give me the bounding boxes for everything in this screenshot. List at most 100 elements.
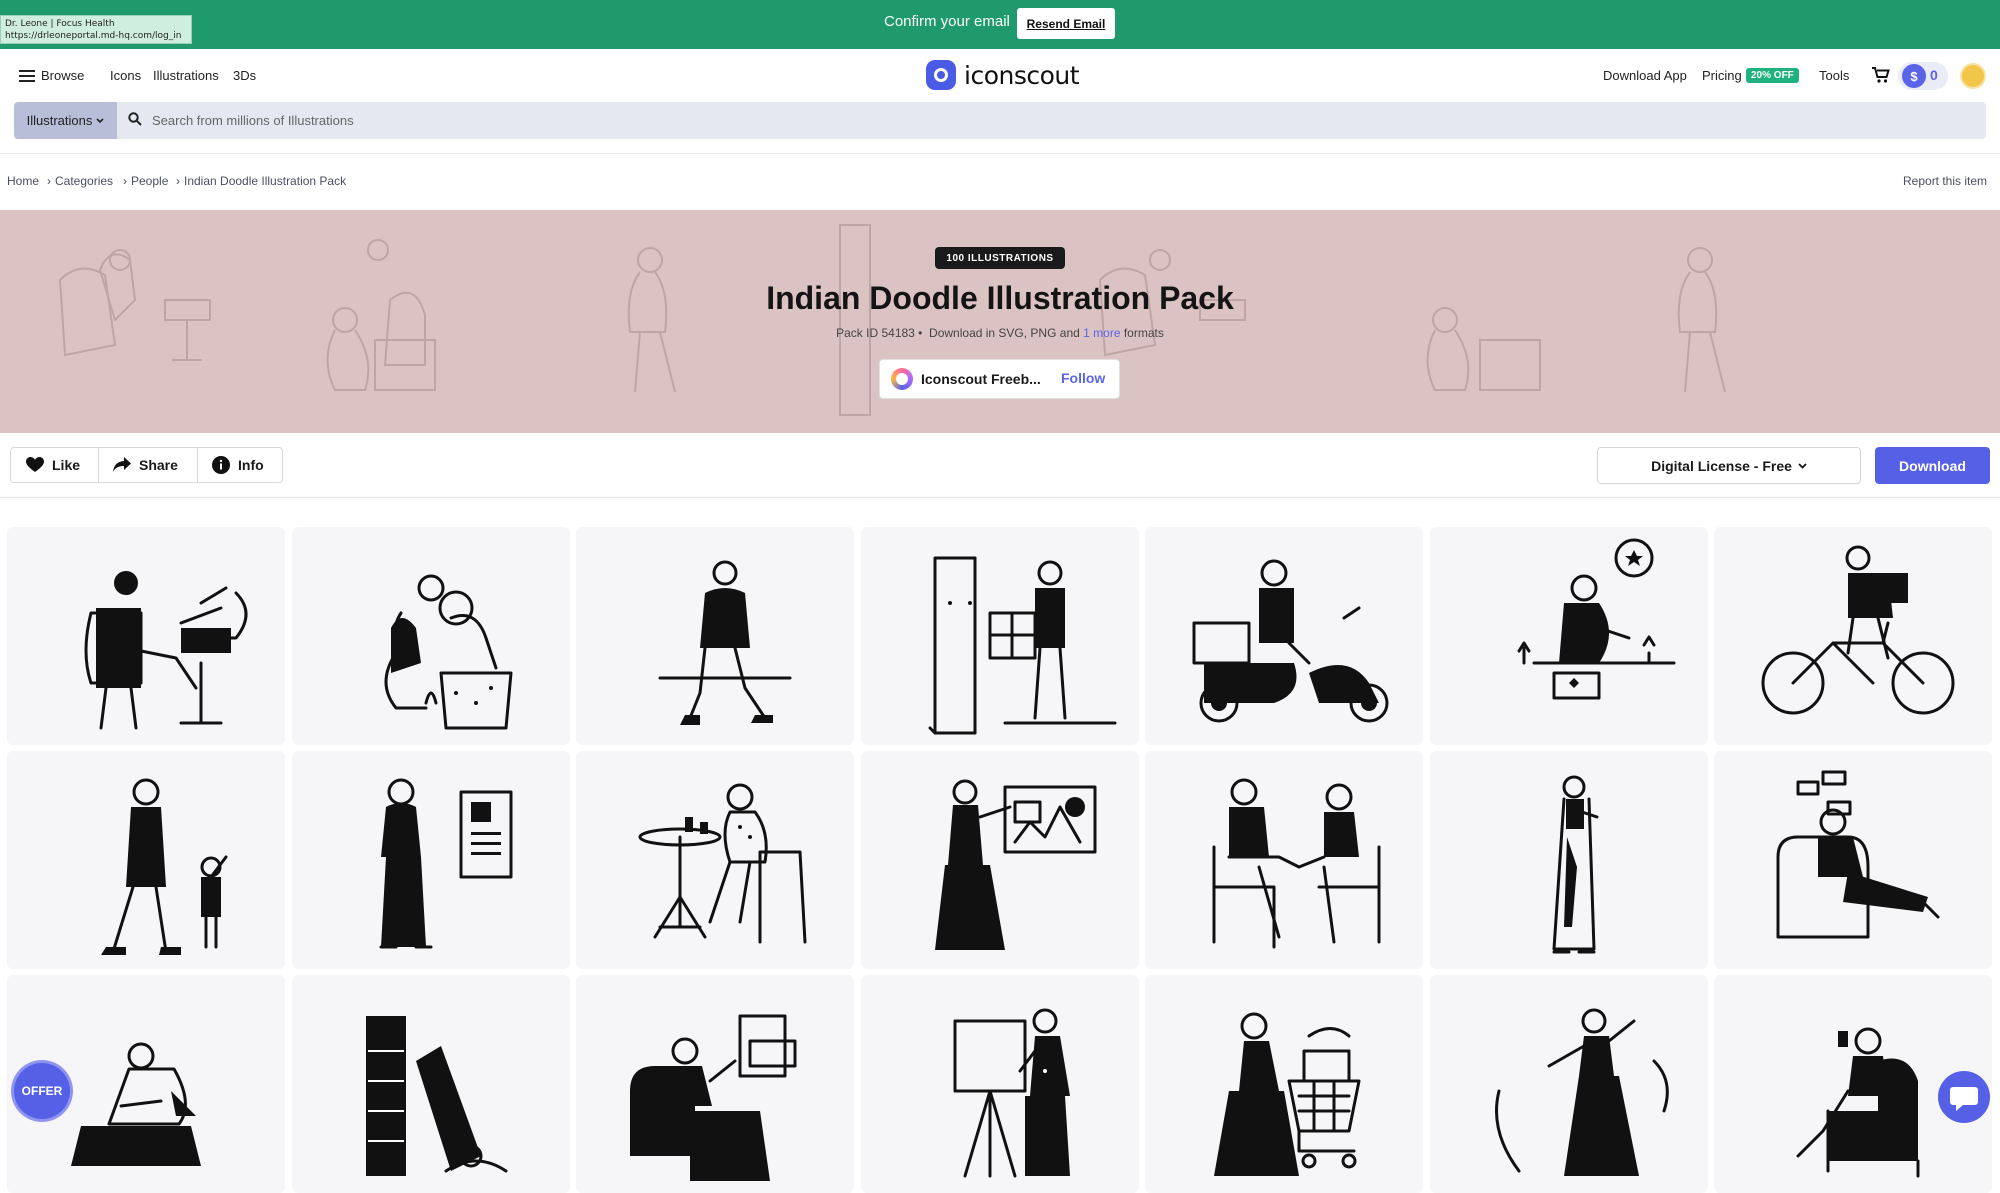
hero-background-art	[58, 224, 1726, 416]
search-category-label: Illustrations	[26, 113, 93, 128]
breadcrumb-people[interactable]: People	[131, 174, 168, 188]
illustration-card[interactable]	[1145, 751, 1423, 969]
woman-saree-phone-illustration	[1552, 775, 1598, 954]
info-label: Info	[238, 457, 264, 473]
breadcrumb-home[interactable]: Home	[7, 174, 39, 188]
woman-chair-messages-illustration	[1776, 770, 1940, 939]
report-item-link[interactable]: Report this item	[1903, 174, 1987, 188]
nav-browse[interactable]: Browse	[41, 68, 84, 83]
illustration-card[interactable]	[291, 527, 570, 745]
man-cycling-illustration	[1761, 545, 1955, 715]
iconscout-logo[interactable]: iconscout	[926, 60, 1080, 90]
pack-meta: Pack ID 54183 • Download in SVG, PNG and…	[0, 326, 2000, 340]
nav-pricing[interactable]: Pricing	[1702, 68, 1742, 83]
illustration-count-badge: 100 ILLUSTRATIONS	[935, 247, 1065, 269]
woman-dancing-illustration	[1494, 1008, 1669, 1176]
search-input[interactable]: Search from millions of Illustrations	[152, 113, 354, 128]
divider	[197, 448, 198, 482]
nav-tools[interactable]: Tools	[1819, 68, 1849, 83]
illustration-card[interactable]	[860, 527, 1139, 745]
info-icon	[212, 456, 230, 474]
pack-hero	[0, 210, 2000, 433]
breadcrumb-categories[interactable]: Categories	[55, 174, 113, 188]
license-select[interactable]: Digital License - Free	[1597, 447, 1861, 484]
pack-id: Pack ID 54183 •	[836, 326, 923, 340]
delivery-door-illustration	[928, 556, 1116, 735]
breadcrumb-separator: ›	[47, 174, 51, 188]
logo-text: iconscout	[964, 60, 1080, 90]
illustration-card[interactable]	[860, 751, 1139, 969]
download-formats: Download in SVG, PNG and	[929, 326, 1080, 340]
illustration-card[interactable]	[1429, 975, 1708, 1193]
page-title: Indian Doodle Illustration Pack	[766, 280, 1234, 316]
chat-icon	[1950, 1087, 1978, 1111]
chevron-down-icon	[96, 117, 104, 123]
logo-icon	[926, 60, 956, 90]
resend-email-button[interactable]: Resend Email	[1017, 8, 1115, 39]
more-formats-link[interactable]: 1 more	[1083, 326, 1120, 340]
share-icon	[113, 457, 131, 472]
man-bookshelf-illustration	[365, 1016, 507, 1176]
illustration-card[interactable]	[7, 527, 285, 745]
illustration-card[interactable]	[1714, 527, 1992, 745]
like-label: Like	[52, 457, 81, 473]
offer-button[interactable]: OFFER	[14, 1063, 70, 1119]
tooltip-title: Dr. Leone | Focus Health	[5, 19, 115, 29]
nav-icons[interactable]: Icons	[110, 68, 141, 83]
man-gramophone-illustration	[84, 571, 248, 730]
illustration-card[interactable]	[1145, 527, 1423, 745]
divider	[98, 448, 99, 482]
illustration-card[interactable]	[291, 751, 570, 969]
share-label: Share	[139, 457, 178, 473]
divider	[0, 153, 2000, 154]
illustration-card[interactable]	[576, 751, 854, 969]
woman-shopping-cart-illustration	[1214, 1012, 1361, 1176]
illustration-card[interactable]	[1429, 751, 1708, 969]
couple-chatting-illustration	[1212, 778, 1381, 949]
woman-easel-painting-illustration	[953, 1008, 1070, 1178]
credits-count: 0	[1930, 67, 1938, 83]
illustration-card[interactable]	[1714, 751, 1992, 969]
woman-painting-flower-illustration	[1517, 538, 1675, 700]
illustration-card[interactable]	[1145, 975, 1423, 1193]
follow-button[interactable]: Follow	[1061, 370, 1105, 386]
license-label: Digital License - Free	[1651, 457, 1792, 474]
illustration-card[interactable]	[291, 975, 570, 1193]
illustration-card[interactable]	[576, 975, 854, 1193]
formats-label: formats	[1123, 326, 1164, 340]
author-avatar[interactable]	[891, 368, 913, 390]
illustration-card[interactable]	[1429, 527, 1708, 745]
like-button[interactable]: Like	[26, 447, 80, 483]
man-walking-hoodie-illustration	[658, 560, 792, 725]
info-button[interactable]: Info	[212, 447, 264, 483]
breadcrumb-separator: ›	[123, 174, 127, 188]
illustration-card[interactable]	[576, 527, 854, 745]
coin-icon: $	[1902, 64, 1926, 88]
confirm-email-text: Confirm your email	[884, 13, 1010, 30]
woman-armchair-card-illustration	[630, 1014, 797, 1181]
download-button[interactable]: Download	[1875, 447, 1990, 484]
url-tooltip: Dr. Leone | Focus Health https://drleone…	[0, 15, 192, 44]
pricing-discount-badge: 20% OFF	[1746, 68, 1799, 83]
share-button[interactable]: Share	[113, 447, 178, 483]
chevron-down-icon	[1798, 462, 1807, 469]
nav-3ds[interactable]: 3Ds	[233, 68, 256, 83]
divider	[0, 497, 2000, 498]
avatar[interactable]	[1960, 63, 1986, 89]
cart-icon[interactable]	[1871, 66, 1891, 89]
scooter-delivery-illustration	[1192, 559, 1389, 723]
woman-resume-illustration	[379, 778, 512, 949]
illustration-card[interactable]	[7, 751, 285, 969]
menu-icon[interactable]	[19, 70, 35, 82]
nav-illustrations[interactable]: Illustrations	[153, 68, 219, 83]
heart-icon	[26, 457, 44, 472]
author-name[interactable]: Iconscout Freeb...	[921, 371, 1041, 387]
woman-presentation-board-illustration	[934, 779, 1096, 950]
chat-button[interactable]	[1938, 1071, 1990, 1123]
illustration-card[interactable]	[860, 975, 1139, 1193]
search-icon	[128, 112, 142, 126]
breadcrumb-current: Indian Doodle Illustration Pack	[184, 174, 347, 188]
search-category-select[interactable]: Illustrations	[14, 102, 117, 139]
nav-download-app[interactable]: Download App	[1603, 68, 1687, 83]
father-daughter-walk-illustration	[101, 778, 228, 955]
